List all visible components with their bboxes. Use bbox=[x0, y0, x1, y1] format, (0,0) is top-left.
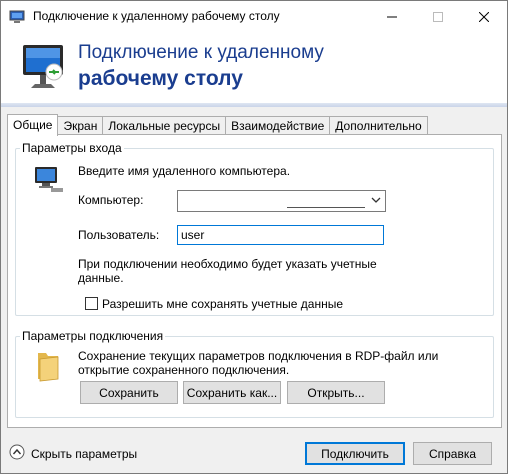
connection-text-line1: Сохранение текущих параметров подключени… bbox=[78, 349, 439, 363]
credentials-note-line1: При подключении необходимо будет указать… bbox=[78, 257, 377, 271]
computer-combobox[interactable] bbox=[177, 190, 386, 212]
save-credentials-checkbox[interactable] bbox=[85, 297, 98, 310]
tab-panel-general: Параметры входа Введите имя удаленного к… bbox=[7, 134, 502, 428]
remote-desktop-monitor-icon bbox=[21, 42, 69, 95]
save-button[interactable]: Сохранить bbox=[80, 381, 178, 404]
title-bar: Подключение к удаленному рабочему столу bbox=[1, 1, 507, 32]
minimize-button[interactable] bbox=[369, 1, 415, 32]
computer-icon bbox=[33, 164, 65, 199]
credentials-note-line2: данные. bbox=[78, 271, 124, 285]
close-button[interactable] bbox=[461, 1, 507, 32]
connection-settings-title: Параметры подключения bbox=[20, 329, 166, 343]
header-banner: Подключение к удаленному рабочему столу bbox=[1, 32, 507, 103]
chevron-down-icon[interactable] bbox=[370, 193, 382, 210]
help-button[interactable]: Справка bbox=[413, 442, 492, 465]
banner-title-line1: Подключение к удаленному bbox=[78, 42, 324, 63]
combobox-underline bbox=[287, 207, 365, 208]
hide-options-label[interactable]: Скрыть параметры bbox=[31, 447, 137, 461]
tab-local-resources[interactable]: Локальные ресурсы bbox=[102, 116, 227, 135]
login-settings-title: Параметры входа bbox=[20, 141, 124, 155]
tab-general[interactable]: Общие bbox=[7, 114, 59, 136]
tab-strip: Общие Экран Локальные ресурсы Взаимодейс… bbox=[7, 114, 428, 136]
connection-text-line2: открытие сохраненного подключения. bbox=[78, 363, 290, 377]
open-button[interactable]: Открыть... bbox=[287, 381, 385, 404]
user-name-field[interactable] bbox=[177, 225, 384, 245]
connect-button[interactable]: Подключить bbox=[305, 442, 405, 465]
save-as-button[interactable]: Сохранить как... bbox=[183, 381, 281, 404]
user-label: Пользователь: bbox=[78, 228, 160, 242]
tab-display[interactable]: Экран bbox=[57, 116, 104, 135]
maximize-button[interactable] bbox=[415, 1, 461, 32]
banner-title-line2: рабочему столу bbox=[78, 67, 243, 90]
remote-desktop-app-icon bbox=[9, 9, 25, 28]
window-title: Подключение к удаленному рабочему столу bbox=[33, 9, 280, 23]
save-credentials-label[interactable]: Разрешить мне сохранять учетные данные bbox=[102, 297, 343, 311]
banner-divider bbox=[1, 103, 507, 107]
login-settings-group: Параметры входа Введите имя удаленного к… bbox=[15, 141, 494, 316]
folder-icon bbox=[36, 349, 60, 386]
computer-label: Компьютер: bbox=[78, 193, 144, 207]
tab-experience[interactable]: Взаимодействие bbox=[225, 116, 331, 135]
login-intro-text: Введите имя удаленного компьютера. bbox=[78, 164, 291, 178]
hide-options-toggle[interactable]: Скрыть параметры bbox=[9, 444, 137, 463]
chevron-up-circle-icon[interactable] bbox=[9, 444, 25, 463]
tab-advanced[interactable]: Дополнительно bbox=[329, 116, 428, 135]
rdp-window: Подключение к удаленному рабочему столу … bbox=[0, 0, 508, 474]
connection-settings-group: Параметры подключения Сохранение текущих… bbox=[15, 329, 494, 418]
